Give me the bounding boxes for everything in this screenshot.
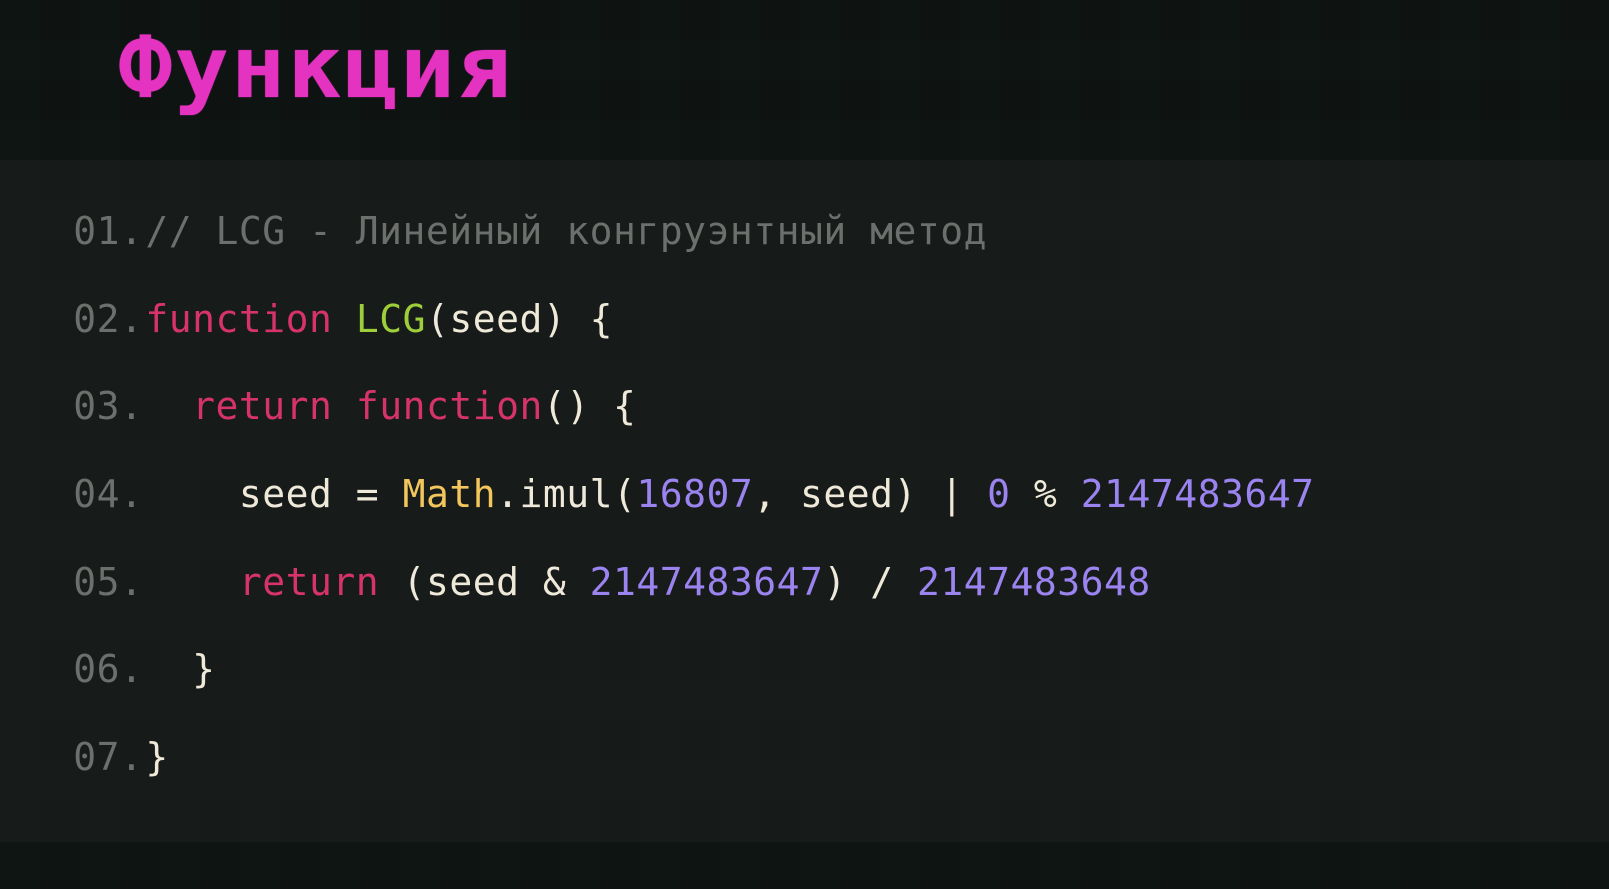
code-token	[332, 384, 355, 428]
code-token: &	[543, 560, 566, 604]
line-number: 06	[40, 648, 120, 692]
code-token: )	[823, 560, 846, 604]
code-token: imul	[519, 472, 613, 516]
line-number: 05	[40, 561, 120, 605]
code-token: ,	[753, 472, 776, 516]
code-line: 01.// LCG - Линейный конгруэнтный метод	[0, 188, 1609, 276]
code-token	[917, 472, 940, 516]
code-token: 2147483647	[590, 560, 824, 604]
code-content: seed = Math.imul(16807, seed) | 0 % 2147…	[145, 473, 1314, 517]
code-token: 2147483647	[1081, 472, 1315, 516]
line-number: 03	[40, 385, 120, 429]
line-number-sep: .	[120, 210, 145, 254]
code-token: ) {	[543, 297, 613, 341]
code-token: (	[426, 297, 449, 341]
code-token: function	[356, 384, 543, 428]
code-token: |	[940, 472, 963, 516]
line-number-sep: .	[120, 298, 145, 342]
code-token: return	[192, 384, 332, 428]
line-number-sep: .	[120, 736, 145, 780]
code-token: .	[496, 472, 519, 516]
code-token: // LCG - Линейный конгруэнтный метод	[145, 209, 987, 253]
code-token	[145, 384, 192, 428]
code-token: %	[1034, 472, 1057, 516]
code-token: function	[145, 297, 332, 341]
code-line: 02.function LCG(seed) {	[0, 276, 1609, 364]
line-number-sep: .	[120, 561, 145, 605]
code-token: (	[613, 472, 636, 516]
code-token	[566, 560, 589, 604]
code-token: Math	[403, 472, 497, 516]
code-content: }	[145, 648, 215, 692]
code-token: 2147483648	[917, 560, 1151, 604]
code-token	[1011, 472, 1034, 516]
line-number: 07	[40, 736, 120, 780]
code-token	[1057, 472, 1080, 516]
code-token	[847, 560, 870, 604]
line-number-sep: .	[120, 648, 145, 692]
slide: Функция 01.// LCG - Линейный конгруэнтны…	[0, 0, 1609, 889]
line-number: 04	[40, 473, 120, 517]
line-number-sep: .	[120, 385, 145, 429]
code-token	[379, 560, 402, 604]
line-number: 01	[40, 210, 120, 254]
code-token	[964, 472, 987, 516]
code-line: 06. }	[0, 626, 1609, 714]
code-content: function LCG(seed) {	[145, 298, 613, 342]
code-token: 16807	[636, 472, 753, 516]
code-token: 0	[987, 472, 1010, 516]
code-token: seed	[426, 560, 543, 604]
code-token: seed	[777, 472, 894, 516]
code-line: 04. seed = Math.imul(16807, seed) | 0 % …	[0, 451, 1609, 539]
code-token: LCG	[356, 297, 426, 341]
code-line: 07.}	[0, 714, 1609, 802]
code-line: 03. return function() {	[0, 363, 1609, 451]
code-block: 01.// LCG - Линейный конгруэнтный метод0…	[0, 160, 1609, 842]
slide-title: Функция	[118, 18, 513, 118]
code-token	[894, 560, 917, 604]
code-token: seed	[449, 297, 543, 341]
code-token: /	[870, 560, 893, 604]
code-token: }	[145, 647, 215, 691]
code-line: 05. return (seed & 2147483647) / 2147483…	[0, 539, 1609, 627]
code-content: return function() {	[145, 385, 636, 429]
code-token: () {	[543, 384, 637, 428]
code-token	[379, 472, 402, 516]
code-content: // LCG - Линейный конгруэнтный метод	[145, 210, 987, 254]
code-token: =	[356, 472, 379, 516]
code-token: return	[239, 560, 379, 604]
code-token: )	[894, 472, 917, 516]
code-content: return (seed & 2147483647) / 2147483648	[145, 561, 1150, 605]
line-number: 02	[40, 298, 120, 342]
line-number-sep: .	[120, 473, 145, 517]
code-content: }	[145, 736, 168, 780]
code-token	[145, 560, 239, 604]
code-token	[332, 297, 355, 341]
code-token: }	[145, 735, 168, 779]
code-token: seed	[145, 472, 355, 516]
code-token: (	[403, 560, 426, 604]
